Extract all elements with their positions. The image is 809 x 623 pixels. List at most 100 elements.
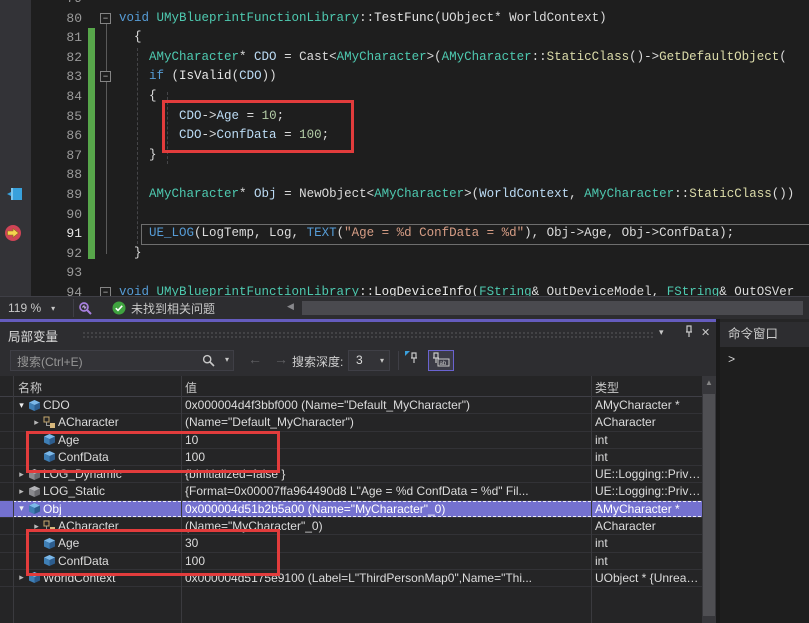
variable-value[interactable]: (Name="MyCharacter"_0) — [185, 519, 587, 534]
chevron-down-icon[interactable]: ▾ — [51, 304, 55, 313]
expander-icon[interactable]: ▸ — [30, 521, 43, 532]
horizontal-scrollbar[interactable] — [299, 300, 809, 316]
variable-value[interactable]: (Name="Default_MyCharacter") — [185, 415, 587, 430]
forward-arrow-icon[interactable]: → — [274, 351, 288, 367]
line-number[interactable]: 80 — [36, 9, 82, 29]
variable-name-cell[interactable]: ▸WorldContext — [0, 570, 196, 586]
fold-toggle-icon[interactable]: − — [100, 13, 111, 24]
line-number[interactable]: 87 — [36, 146, 82, 166]
variable-value[interactable]: {Format=0x00007ffa964490d8 L"Age = %d Co… — [185, 484, 587, 499]
line-number[interactable]: 86 — [36, 126, 82, 146]
fold-toggle-icon[interactable]: − — [100, 71, 111, 82]
scroll-up-icon[interactable]: ▲ — [702, 378, 716, 387]
variable-value[interactable]: 100 — [185, 450, 587, 465]
expander-icon[interactable]: ▾ — [15, 400, 28, 411]
line-number[interactable]: 90 — [36, 205, 82, 225]
expander-icon[interactable]: ▸ — [15, 486, 28, 497]
variable-value[interactable]: 10 — [185, 433, 587, 448]
variable-value[interactable]: 30 — [185, 536, 587, 551]
code-line-81[interactable]: 81 { — [0, 28, 809, 48]
search-icon[interactable] — [202, 354, 215, 370]
expander-icon[interactable]: ▾ — [15, 503, 28, 514]
column-header-value[interactable]: 值 — [185, 379, 197, 396]
close-icon[interactable]: ✕ — [701, 326, 710, 339]
code-line-87[interactable]: 87 } — [0, 146, 809, 166]
variable-name-cell[interactable]: Age — [0, 535, 211, 551]
locals-row-Age[interactable]: Age10int — [0, 432, 716, 449]
variable-name-cell[interactable]: ConfData — [0, 449, 211, 465]
locals-row-CDO[interactable]: ▾CDO0x000004d4f3bbf000 (Name="Default_My… — [0, 397, 716, 414]
search-depth-combo[interactable]: 3 ▾ — [348, 350, 390, 371]
code-line-89[interactable]: 89 AMyCharacter* Obj = NewObject<AMyChar… — [0, 185, 809, 205]
code-health-icon[interactable] — [78, 301, 93, 319]
code-line-85[interactable]: 85 CDO->Age = 10; — [0, 107, 809, 127]
line-number[interactable]: 92 — [36, 244, 82, 264]
locals-row-WorldContext[interactable]: ▸WorldContext0x000004d5175e9100 (Label=L… — [0, 570, 716, 587]
show-pinned-values-button[interactable]: ab — [428, 350, 454, 371]
no-issues-check-icon[interactable] — [112, 301, 126, 318]
search-box[interactable]: ▾ — [10, 350, 234, 371]
variable-value[interactable]: 0x000004d4f3bbf000 (Name="Default_MyChar… — [185, 398, 587, 413]
locals-row-ConfData[interactable]: ConfData100int — [0, 553, 716, 570]
line-number[interactable]: 94 — [36, 283, 82, 296]
code-line-83[interactable]: 83− if (IsValid(CDO)) — [0, 67, 809, 87]
variable-name-cell[interactable]: ▸ACharacter — [0, 414, 211, 430]
variable-value[interactable]: {bInitialized=false } — [185, 467, 587, 482]
line-number[interactable]: 93 — [36, 263, 82, 283]
search-input[interactable] — [15, 352, 199, 371]
variable-name-cell[interactable]: ▸ACharacter — [0, 518, 211, 534]
line-number[interactable]: 91 — [36, 224, 82, 244]
scrollbar-thumb[interactable] — [703, 394, 715, 616]
line-number[interactable]: 85 — [36, 107, 82, 127]
line-number[interactable]: 81 — [36, 28, 82, 48]
chevron-down-icon[interactable]: ▾ — [380, 356, 384, 365]
back-arrow-icon[interactable]: ← — [248, 351, 262, 367]
variable-name-cell[interactable]: ▸LOG_Dynamic — [0, 466, 196, 482]
locals-row-ACharacter[interactable]: ▸ACharacter(Name="Default_MyCharacter")A… — [0, 414, 716, 431]
line-number[interactable]: 84 — [36, 87, 82, 107]
scrollbar-thumb[interactable] — [302, 301, 803, 315]
locals-row-Age[interactable]: Age30int — [0, 535, 716, 552]
zoom-combo[interactable]: 119 % ▾ — [2, 298, 72, 318]
variable-value[interactable]: 0x000004d51b2b5a00 (Name="MyCharacter"_0… — [185, 502, 587, 517]
line-number[interactable]: 88 — [36, 165, 82, 185]
title-grip[interactable] — [82, 331, 654, 338]
expander-icon[interactable]: ▸ — [15, 469, 28, 480]
code-line-91[interactable]: 91 UE_LOG(LogTemp, Log, TEXT("Age = %d C… — [0, 224, 809, 244]
line-number[interactable]: 83 — [36, 67, 82, 87]
code-line-84[interactable]: 84 { — [0, 87, 809, 107]
locals-title-bar[interactable]: 局部变量 ▾ ✕ — [0, 322, 716, 346]
bookmark-icon[interactable] — [6, 187, 23, 206]
line-number[interactable]: 79 — [36, 0, 82, 9]
code-line-82[interactable]: 82 AMyCharacter* CDO = Cast<AMyCharacter… — [0, 48, 809, 68]
locals-row-LOG_Static[interactable]: ▸LOG_Static{Format=0x00007ffa964490d8 L"… — [0, 483, 716, 500]
locals-row-Obj[interactable]: ▾Obj0x000004d51b2b5a00 (Name="MyCharacte… — [0, 501, 716, 518]
breakpoint-current-statement-icon[interactable] — [4, 224, 22, 247]
locals-vertical-scrollbar[interactable]: ▲ — [702, 376, 716, 623]
line-number[interactable]: 89 — [36, 185, 82, 205]
expander-icon[interactable]: ▸ — [30, 417, 43, 428]
code-line-80[interactable]: 80−void UMyBlueprintFunctionLibrary::Tes… — [0, 9, 809, 29]
code-line-90[interactable]: 90 — [0, 205, 809, 225]
expander-icon[interactable]: ▸ — [15, 572, 28, 583]
variable-name-cell[interactable]: ▾CDO — [0, 397, 196, 413]
window-position-chevron-icon[interactable]: ▾ — [659, 327, 664, 338]
code-line-93[interactable]: 93 — [0, 263, 809, 283]
variable-value[interactable]: 0x000004d5175e9100 (Label=L"ThirdPersonM… — [185, 571, 587, 586]
scroll-left-icon[interactable]: ◀ — [287, 301, 294, 312]
variable-name-cell[interactable]: Age — [0, 432, 211, 448]
command-prompt[interactable]: > — [720, 347, 809, 367]
column-header-name[interactable]: 名称 — [18, 379, 42, 396]
locals-column-headers[interactable]: 名称 值 类型 — [0, 376, 716, 397]
variable-value[interactable]: 100 — [185, 554, 587, 569]
pin-to-source-button[interactable] — [404, 350, 426, 371]
locals-row-ACharacter[interactable]: ▸ACharacter(Name="MyCharacter"_0)ACharac… — [0, 518, 716, 535]
code-line-88[interactable]: 88 — [0, 165, 809, 185]
search-options-chevron-icon[interactable]: ▾ — [225, 355, 229, 364]
variable-name-cell[interactable]: ▸LOG_Static — [0, 483, 196, 499]
line-number[interactable]: 82 — [36, 48, 82, 68]
code-line-92[interactable]: 92 } — [0, 244, 809, 264]
pin-icon[interactable] — [682, 325, 695, 342]
code-line-94[interactable]: 94−void UMyBlueprintFunctionLibrary::Log… — [0, 283, 809, 296]
code-line-79[interactable]: 79 — [0, 0, 809, 9]
